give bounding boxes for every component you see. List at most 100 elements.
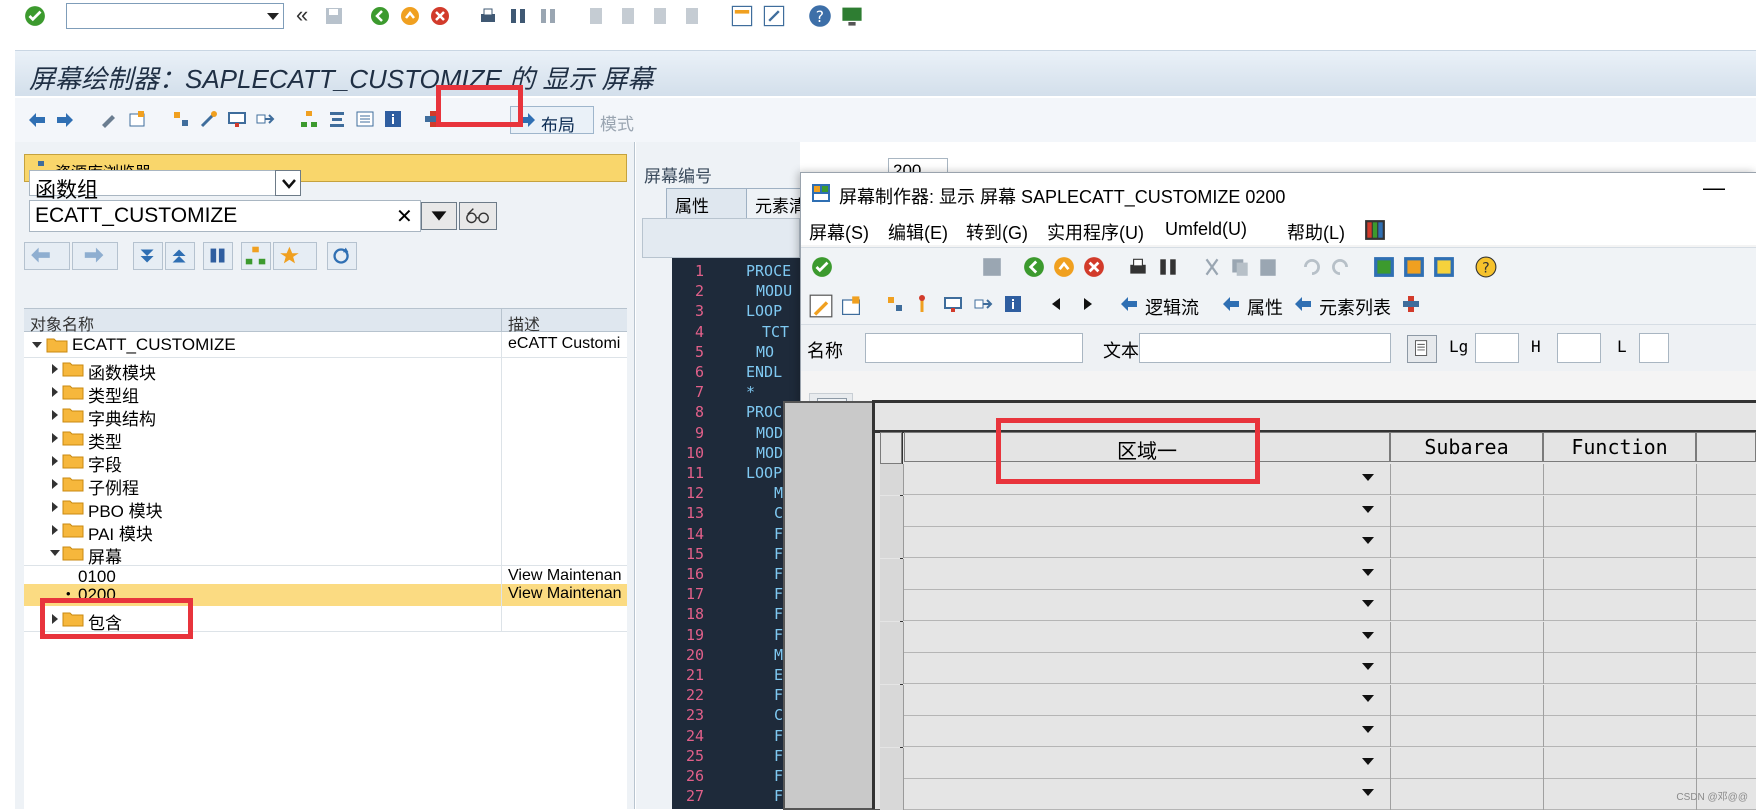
activate-icon[interactable] xyxy=(913,294,933,314)
expand-triangle-icon[interactable] xyxy=(52,502,58,512)
code-line-text[interactable]: F xyxy=(774,787,783,805)
object-list-icon[interactable] xyxy=(355,109,375,129)
object-name-dropdown-button[interactable] xyxy=(421,202,457,230)
code-line-text[interactable]: LOOP xyxy=(746,302,782,320)
menu-environment[interactable]: Umfeld(U) xyxy=(1165,219,1247,240)
new-session-icon[interactable] xyxy=(730,4,754,28)
chevron-down-icon[interactable] xyxy=(1362,568,1374,576)
cut-icon[interactable] xyxy=(1201,256,1223,278)
collapse-triangle-icon[interactable] xyxy=(32,342,42,348)
cancel-icon[interactable] xyxy=(1083,256,1105,278)
chevron-down-icon[interactable] xyxy=(1362,505,1374,513)
chevron-down-icon[interactable] xyxy=(1362,789,1374,796)
attributes-button[interactable]: 属性 xyxy=(1247,294,1283,320)
refresh-button[interactable] xyxy=(327,242,357,270)
length-field[interactable] xyxy=(1475,333,1519,363)
name-field[interactable] xyxy=(865,333,1083,363)
info-icon[interactable] xyxy=(383,109,403,129)
favorites-button[interactable] xyxy=(273,242,317,270)
row-selector[interactable] xyxy=(880,558,904,590)
row-selector[interactable] xyxy=(880,653,904,684)
arrow-left-icon[interactable] xyxy=(1119,294,1139,314)
customize-layout-icon[interactable] xyxy=(840,4,864,28)
code-line-text[interactable]: F xyxy=(774,525,783,543)
hierarchy-icon[interactable] xyxy=(299,109,319,129)
menu-utilities[interactable]: 实用程序(U) xyxy=(1047,219,1144,245)
shortcut-icon[interactable] xyxy=(762,4,786,28)
chevron-down-icon[interactable] xyxy=(1362,537,1374,544)
chevron-down-icon[interactable] xyxy=(1362,757,1374,765)
expand-triangle-icon[interactable] xyxy=(52,410,58,420)
edit-pencil-icon[interactable] xyxy=(809,294,833,318)
collapse-icon[interactable]: « xyxy=(296,2,308,28)
chevron-down-icon[interactable] xyxy=(1362,474,1374,481)
activate-icon[interactable] xyxy=(199,109,219,129)
activate-object-icon[interactable] xyxy=(839,294,863,318)
code-line-text[interactable]: F xyxy=(774,585,783,603)
row-selector[interactable] xyxy=(880,464,904,495)
chevron-down-icon[interactable] xyxy=(1362,694,1374,702)
grid-icon[interactable] xyxy=(1433,256,1455,278)
arrow-right-icon[interactable] xyxy=(55,110,75,130)
command-field[interactable] xyxy=(66,3,284,29)
display-button[interactable] xyxy=(459,202,497,230)
height-field[interactable] xyxy=(1557,333,1601,363)
row-selector[interactable] xyxy=(880,747,904,779)
back-icon[interactable] xyxy=(370,6,390,26)
minimize-button[interactable]: — xyxy=(1703,175,1725,201)
element-icon[interactable] xyxy=(1403,256,1425,278)
menu-help[interactable]: 帮助(L) xyxy=(1287,219,1345,245)
code-line-text[interactable]: F xyxy=(774,626,783,644)
table-row[interactable] xyxy=(880,747,1756,779)
row-selector[interactable] xyxy=(880,590,904,621)
expand-triangle-icon[interactable] xyxy=(52,525,58,535)
triangle-right-icon[interactable] xyxy=(1077,294,1097,314)
navigation-window-icon[interactable] xyxy=(327,109,347,129)
code-line-text[interactable]: M xyxy=(774,646,783,664)
find-next-icon[interactable] xyxy=(538,6,558,26)
code-line-text[interactable]: F xyxy=(774,545,783,563)
code-line-text[interactable]: F xyxy=(774,747,783,765)
collapse-triangle-icon[interactable] xyxy=(50,550,60,556)
first-page-icon[interactable] xyxy=(586,6,606,26)
column-header-subarea[interactable]: Subarea xyxy=(1390,432,1543,462)
code-line-text[interactable]: ENDL xyxy=(746,363,782,381)
expand-triangle-icon[interactable] xyxy=(52,387,58,397)
chevron-down-icon[interactable] xyxy=(1362,631,1374,639)
collapse-all-button[interactable] xyxy=(165,242,195,270)
triangle-left-icon[interactable] xyxy=(1047,294,1067,314)
tab-attributes[interactable]: 属性 xyxy=(666,188,748,218)
expand-all-button[interactable] xyxy=(133,242,163,270)
code-line-text[interactable]: MO xyxy=(756,343,774,361)
object-type-dropdown-button[interactable] xyxy=(275,170,301,196)
mode-button[interactable]: 模式 xyxy=(600,110,634,135)
code-line-text[interactable]: F xyxy=(774,767,783,785)
print-icon[interactable] xyxy=(1127,256,1149,278)
info-icon[interactable] xyxy=(1003,294,1023,314)
menu-screen[interactable]: 屏幕(S) xyxy=(809,219,869,245)
table-row[interactable] xyxy=(880,621,1756,653)
undo-icon[interactable] xyxy=(1301,256,1323,278)
last-page-icon[interactable] xyxy=(682,6,702,26)
table-row[interactable] xyxy=(880,653,1756,684)
tree-row-screens[interactable]: 屏幕 xyxy=(24,540,627,567)
text-editor-button[interactable] xyxy=(1407,335,1437,363)
structure-icon[interactable] xyxy=(1401,294,1421,314)
enter-check-icon[interactable] xyxy=(24,5,46,27)
save-icon[interactable] xyxy=(324,6,344,26)
menu-goto[interactable]: 转到(G) xyxy=(966,219,1028,245)
code-line-text[interactable]: F xyxy=(774,565,783,583)
line-field[interactable] xyxy=(1639,333,1669,363)
code-line-text[interactable]: PROCE xyxy=(746,262,791,280)
cancel-icon[interactable] xyxy=(430,6,450,26)
layout-editor-icon[interactable] xyxy=(1373,256,1395,278)
expand-triangle-icon[interactable] xyxy=(52,456,58,466)
exit-icon[interactable] xyxy=(1053,256,1075,278)
text-field[interactable] xyxy=(1139,333,1391,363)
table-row[interactable] xyxy=(880,590,1756,621)
chevron-down-icon[interactable] xyxy=(267,13,279,20)
where-used-icon[interactable] xyxy=(255,109,275,129)
column-header-function[interactable]: Function xyxy=(1543,432,1696,462)
select-all-cell[interactable] xyxy=(880,432,902,464)
code-line-text[interactable]: MODU xyxy=(756,282,792,300)
